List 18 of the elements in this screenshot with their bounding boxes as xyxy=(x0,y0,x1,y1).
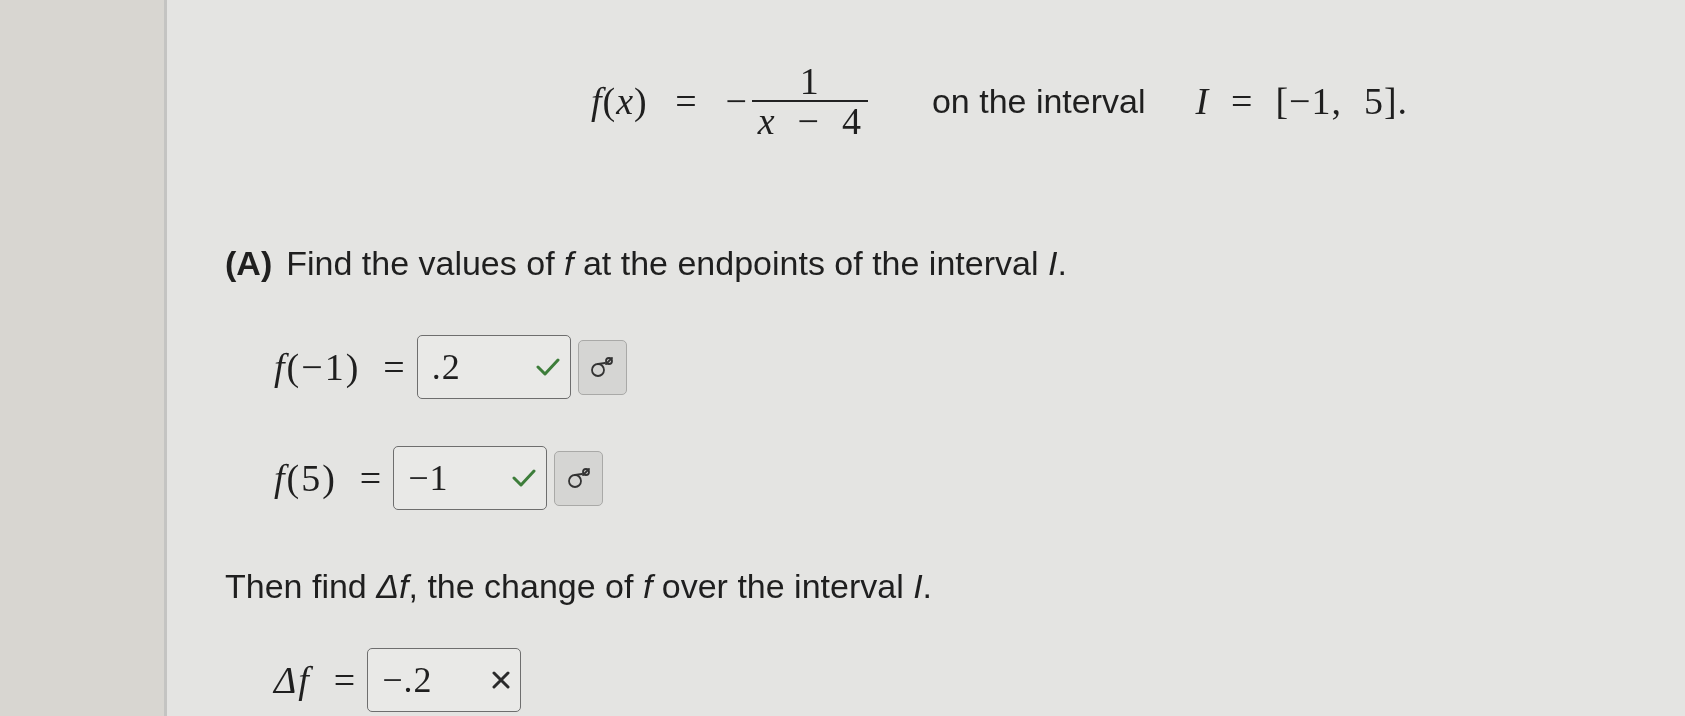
fraction-denominator: x − 4 xyxy=(756,104,863,138)
question-text: Find the values of f at the endpoints of the interval I. xyxy=(286,243,1067,283)
interval-text: I = [−1, 5]. xyxy=(1195,81,1409,121)
answer-field[interactable]: −1 xyxy=(393,446,548,510)
math-label: f(5) = xyxy=(274,458,384,498)
part-label: (A) xyxy=(225,243,273,283)
math-label: Δf = xyxy=(274,660,358,700)
formula-text: f(x) = − xyxy=(591,81,748,121)
symbol-button[interactable] xyxy=(554,450,604,506)
question-text: Then find Δf, the change of f over the interval I. xyxy=(225,566,933,606)
math-label: f(−1) = xyxy=(274,347,407,387)
answer-field[interactable]: .2 xyxy=(416,335,571,399)
symbol-button[interactable] xyxy=(577,339,627,395)
symbol-icon xyxy=(589,355,616,379)
fraction-numerator: 1 xyxy=(798,64,821,98)
connector-text: on the interval xyxy=(931,81,1146,121)
answer-field[interactable]: −.2 xyxy=(367,648,522,712)
symbol-icon xyxy=(565,466,592,490)
